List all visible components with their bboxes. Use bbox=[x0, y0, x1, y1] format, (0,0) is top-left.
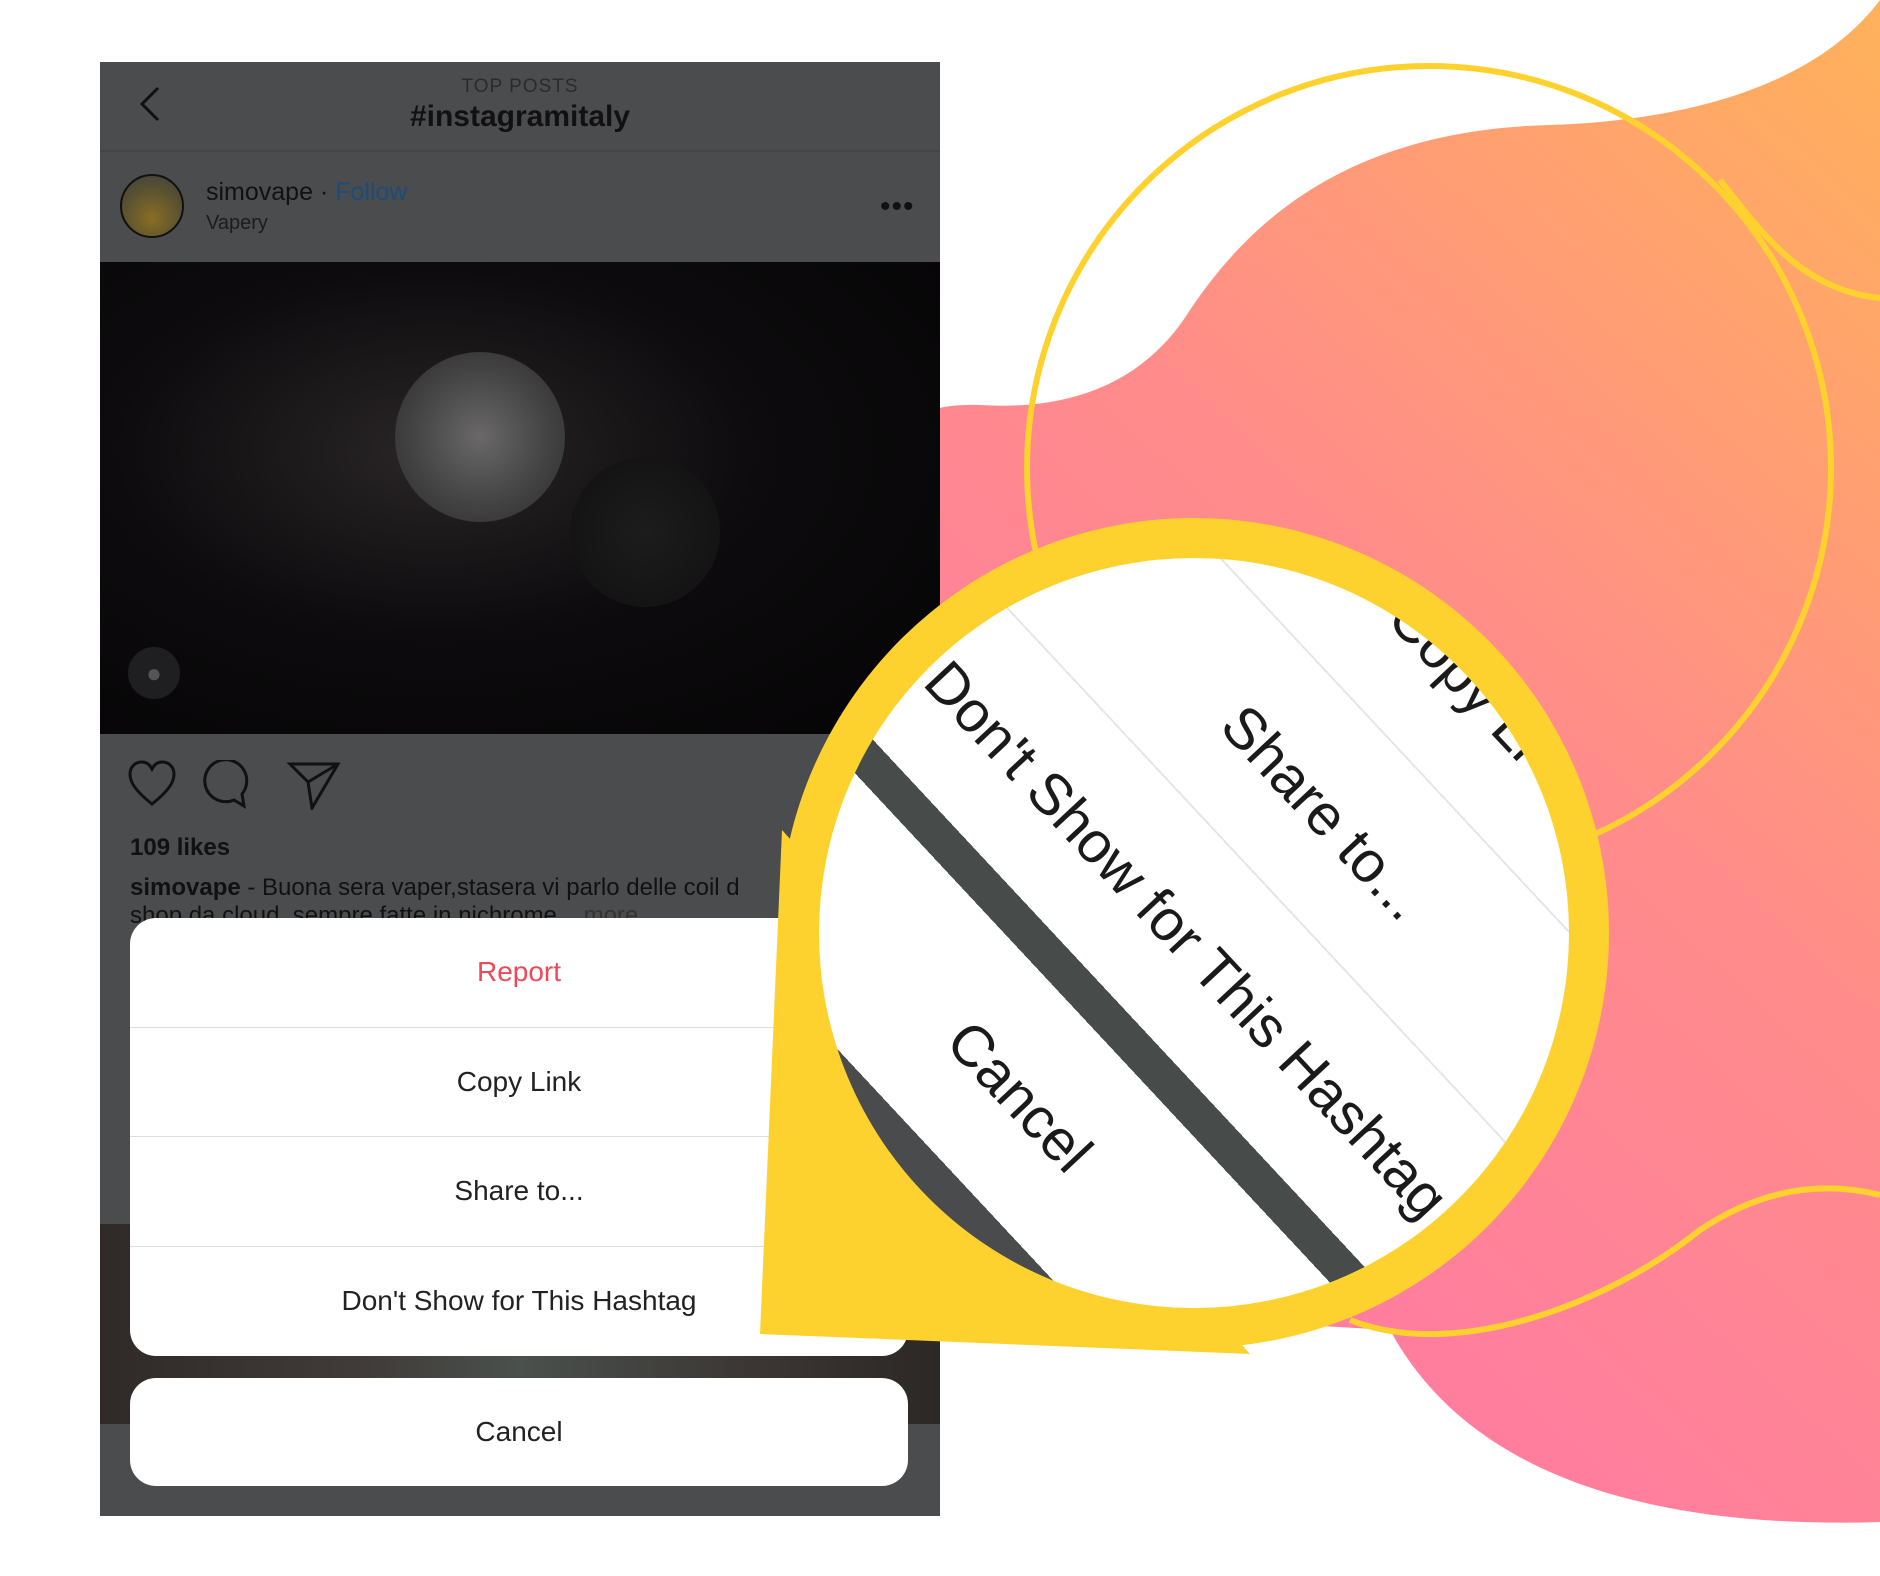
magnifier: Copy Li Share to... Don't Show for This … bbox=[779, 518, 1609, 1348]
magnifier-lens: Copy Li Share to... Don't Show for This … bbox=[819, 558, 1569, 1308]
